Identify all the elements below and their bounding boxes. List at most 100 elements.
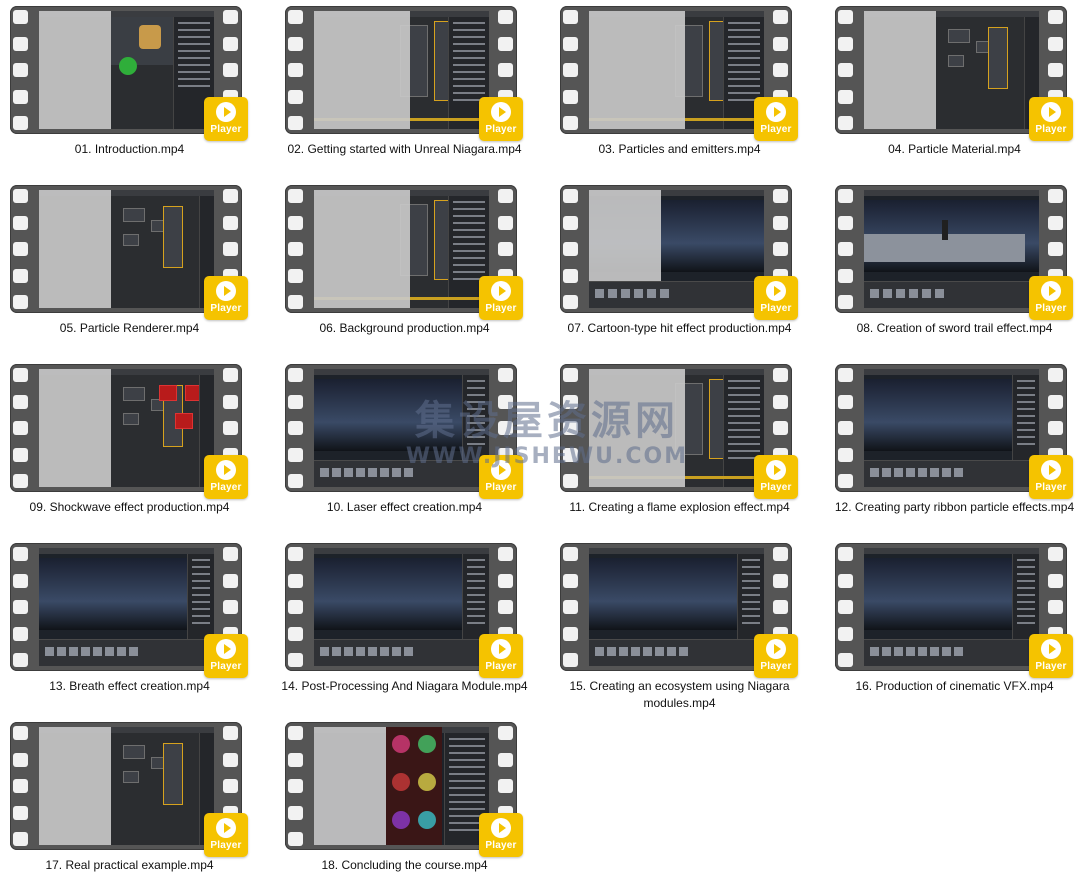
- player-badge[interactable]: Player: [1029, 97, 1073, 141]
- asset-thumb: [655, 647, 664, 656]
- file-name[interactable]: 03. Particles and emitters.mp4: [550, 141, 809, 158]
- film-holes: [13, 726, 29, 846]
- file-name[interactable]: 17. Real practical example.mp4: [0, 857, 259, 874]
- player-badge[interactable]: Player: [479, 276, 523, 320]
- player-label: Player: [760, 482, 792, 493]
- player-badge[interactable]: Player: [754, 455, 798, 499]
- film-holes: [838, 368, 854, 488]
- player-badge[interactable]: Player: [204, 455, 248, 499]
- player-badge[interactable]: Player: [479, 97, 523, 141]
- player-label: Player: [210, 303, 242, 314]
- file-name[interactable]: 11. Creating a flame explosion effect.mp…: [550, 499, 809, 516]
- asset-thumb: [69, 647, 78, 656]
- film-holes: [563, 189, 579, 309]
- video-tile[interactable]: Player 08. Creation of sword trail effect…: [825, 179, 1086, 354]
- asset-thumb: [954, 468, 963, 477]
- file-name[interactable]: 18. Concluding the course.mp4: [275, 857, 534, 874]
- blurred-panel: [589, 11, 685, 129]
- film-holes: [13, 547, 29, 667]
- player-badge[interactable]: Player: [204, 276, 248, 320]
- video-file-grid: Player 01. Introduction.mp4 Player 02. Gett…: [0, 0, 1086, 884]
- file-name[interactable]: 07. Cartoon-type hit effect production.m…: [550, 320, 809, 337]
- graph-node: [123, 387, 145, 401]
- graph-node: [988, 27, 1008, 89]
- video-tile[interactable]: Player 16. Production of cinematic VFX.mp…: [825, 537, 1086, 712]
- file-name[interactable]: 04. Particle Material.mp4: [825, 141, 1084, 158]
- thumbnail-screen: [589, 548, 764, 666]
- player-badge[interactable]: Player: [1029, 634, 1073, 678]
- video-tile[interactable]: Player 17. Real practical example.mp4: [0, 716, 275, 891]
- play-icon: [766, 102, 786, 122]
- play-icon: [491, 102, 511, 122]
- asset-thumb: [954, 647, 963, 656]
- play-icon: [766, 281, 786, 301]
- player-badge[interactable]: Player: [204, 97, 248, 141]
- file-name[interactable]: 14. Post-Processing And Niagara Module.m…: [275, 678, 534, 695]
- film-holes: [288, 189, 304, 309]
- player-label: Player: [485, 124, 517, 135]
- player-badge[interactable]: Player: [1029, 455, 1073, 499]
- asset-thumb: [894, 647, 903, 656]
- player-badge[interactable]: Player: [479, 634, 523, 678]
- player-badge[interactable]: Player: [754, 634, 798, 678]
- video-tile[interactable]: Player 15. Creating an ecosystem using Ni…: [550, 537, 825, 712]
- content-browser: [39, 639, 214, 666]
- player-label: Player: [210, 661, 242, 672]
- video-tile[interactable]: Player 18. Concluding the course.mp4: [275, 716, 550, 891]
- play-icon: [766, 639, 786, 659]
- player-badge[interactable]: Player: [479, 813, 523, 857]
- player-label: Player: [485, 303, 517, 314]
- play-icon: [1041, 460, 1061, 480]
- blurred-panel: [39, 190, 111, 308]
- asset-thumb: [607, 647, 616, 656]
- asset-thumb: [81, 647, 90, 656]
- file-name[interactable]: 16. Production of cinematic VFX.mp4: [825, 678, 1084, 695]
- play-icon: [491, 281, 511, 301]
- video-tile[interactable]: Player 12. Creating party ribbon particle…: [825, 358, 1086, 533]
- player-badge[interactable]: Player: [754, 276, 798, 320]
- player-badge[interactable]: Player: [479, 455, 523, 499]
- video-tile[interactable]: Player 10. Laser effect creation.mp4: [275, 358, 550, 533]
- file-name[interactable]: 12. Creating party ribbon particle effec…: [825, 499, 1084, 516]
- blurred-panel: [39, 11, 111, 129]
- file-name[interactable]: 06. Background production.mp4: [275, 320, 534, 337]
- video-tile[interactable]: Player 05. Particle Renderer.mp4: [0, 179, 275, 354]
- player-label: Player: [760, 661, 792, 672]
- player-label: Player: [760, 124, 792, 135]
- player-badge[interactable]: Player: [204, 634, 248, 678]
- file-name[interactable]: 05. Particle Renderer.mp4: [0, 320, 259, 337]
- effect-preview: [418, 735, 436, 753]
- file-name[interactable]: 09. Shockwave effect production.mp4: [0, 499, 259, 516]
- video-tile[interactable]: Player 14. Post-Processing And Niagara Mo…: [275, 537, 550, 712]
- video-tile[interactable]: Player 09. Shockwave effect production.mp…: [0, 358, 275, 533]
- asset-thumb: [368, 647, 377, 656]
- file-name[interactable]: 01. Introduction.mp4: [0, 141, 259, 158]
- video-tile[interactable]: Player 03. Particles and emitters.mp4: [550, 0, 825, 175]
- asset-thumb: [332, 468, 341, 477]
- asset-thumb: [870, 468, 879, 477]
- play-icon: [491, 818, 511, 838]
- player-badge[interactable]: Player: [754, 97, 798, 141]
- video-tile[interactable]: Player 02. Getting started with Unreal Ni…: [275, 0, 550, 175]
- thumbnail-screen: [39, 369, 214, 487]
- asset-thumb: [608, 289, 617, 298]
- asset-thumb: [105, 647, 114, 656]
- file-name[interactable]: 15. Creating an ecosystem using Niagara …: [550, 678, 809, 712]
- file-name[interactable]: 10. Laser effect creation.mp4: [275, 499, 534, 516]
- blurred-panel: [589, 369, 685, 487]
- file-name[interactable]: 02. Getting started with Unreal Niagara.…: [275, 141, 534, 158]
- video-tile[interactable]: Player 13. Breath effect creation.mp4: [0, 537, 275, 712]
- player-badge[interactable]: Player: [204, 813, 248, 857]
- file-name[interactable]: 08. Creation of sword trail effect.mp4: [825, 320, 1084, 337]
- video-tile[interactable]: Player 07. Cartoon-type hit effect produc…: [550, 179, 825, 354]
- player-badge[interactable]: Player: [1029, 276, 1073, 320]
- player-label: Player: [485, 661, 517, 672]
- graph-node: [948, 29, 970, 43]
- graph-node: [123, 208, 145, 222]
- video-tile[interactable]: Player 06. Background production.mp4: [275, 179, 550, 354]
- asset-thumb: [392, 468, 401, 477]
- video-tile[interactable]: Player 04. Particle Material.mp4: [825, 0, 1086, 175]
- video-tile[interactable]: Player 11. Creating a flame explosion eff…: [550, 358, 825, 533]
- video-tile[interactable]: Player 01. Introduction.mp4: [0, 0, 275, 175]
- file-name[interactable]: 13. Breath effect creation.mp4: [0, 678, 259, 695]
